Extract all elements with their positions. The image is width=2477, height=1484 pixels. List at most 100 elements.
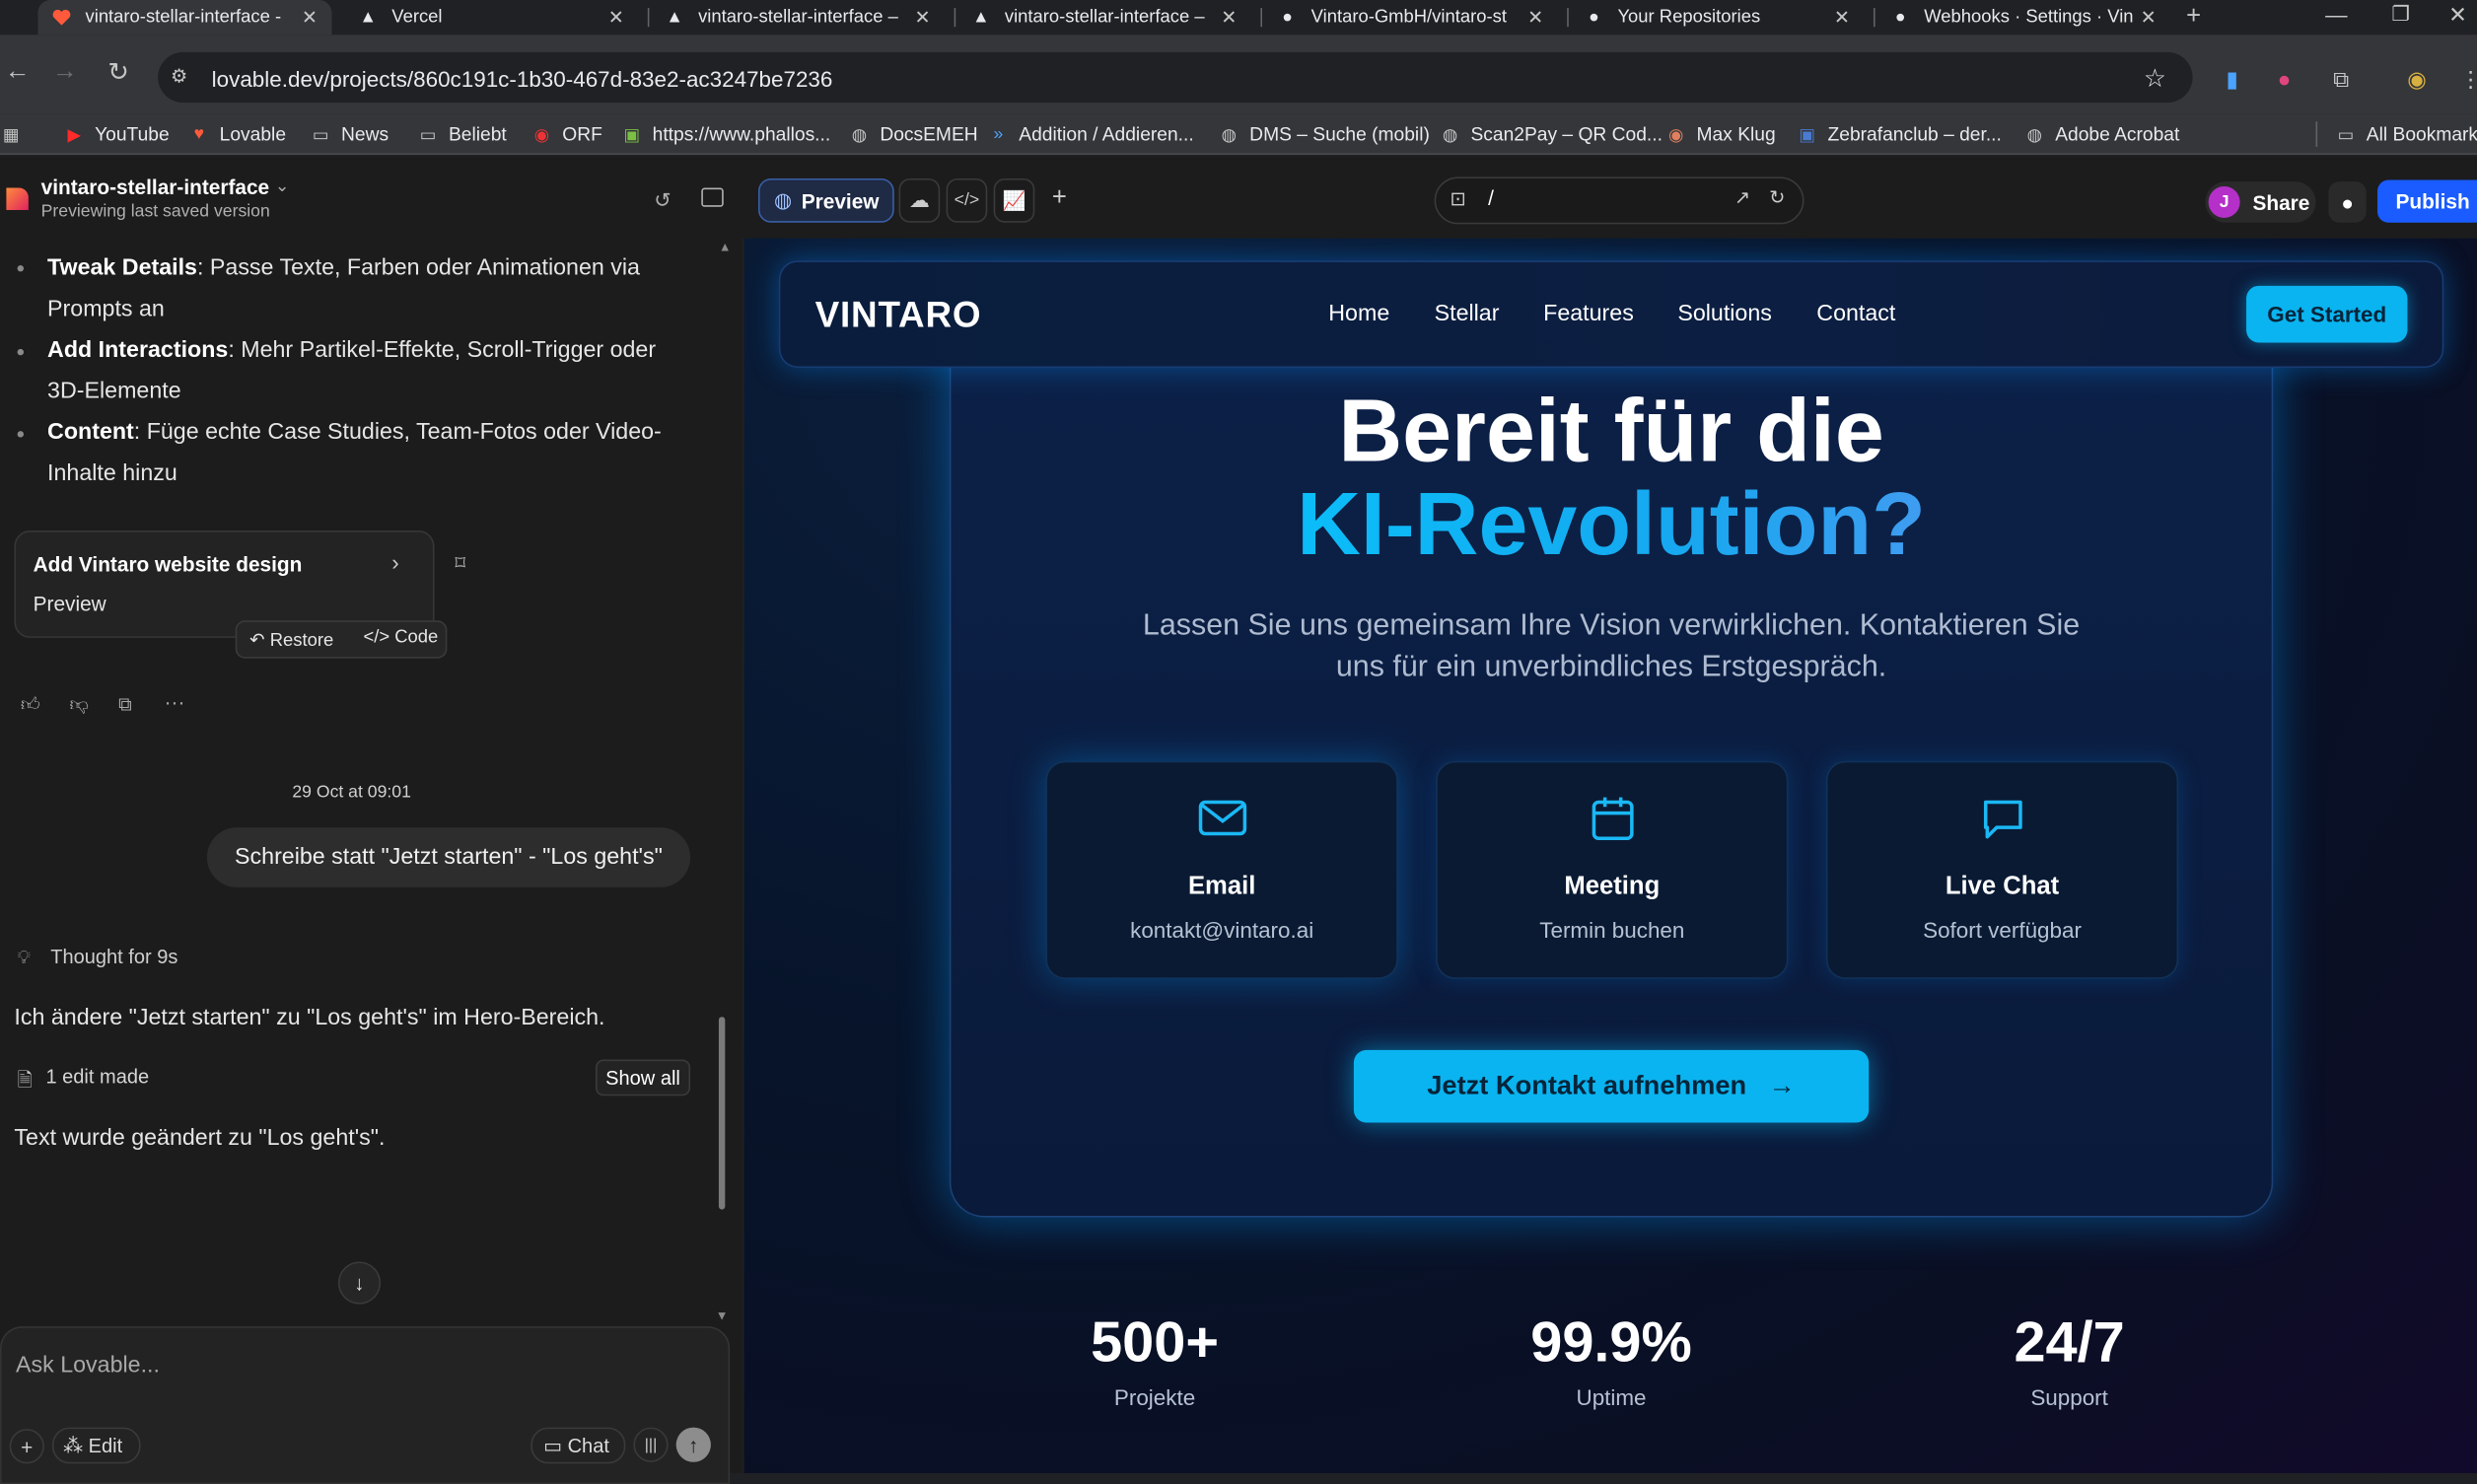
bookmark[interactable]: ▭ Beliebt [417, 121, 507, 147]
project-name[interactable]: vintaro-stellar-interface [41, 176, 269, 199]
close-tab-icon[interactable]: ✕ [603, 6, 629, 28]
restore-window-icon[interactable]: ❐ [2391, 2, 2410, 28]
minimize-icon[interactable]: — [2325, 2, 2347, 28]
new-tab-icon[interactable]: + [2186, 3, 2201, 32]
analytics-icon[interactable]: 📈 [993, 177, 1035, 223]
bookmark[interactable]: ◉ Max Klug [1665, 121, 1776, 147]
browser-tab[interactable]: ● Vintaro-GmbH/vintaro-st ✕ [1264, 0, 1558, 35]
bookmark[interactable]: ♥ Lovable [188, 121, 286, 147]
reload-icon[interactable]: ↻ [102, 55, 136, 90]
bookmark[interactable]: » Addition / Addieren... [987, 121, 1194, 147]
apps-icon[interactable]: ▦ [0, 121, 32, 147]
prompt-input[interactable]: Ask Lovable... [16, 1353, 160, 1378]
chevron-right-icon[interactable]: › [391, 549, 398, 575]
scroll-up-icon[interactable]: ▲ [719, 240, 732, 253]
close-tab-icon[interactable]: ✕ [297, 6, 322, 28]
share-button[interactable]: J Share [2205, 181, 2316, 223]
github-icon: ● [1282, 8, 1293, 28]
nav-stellar[interactable]: Stellar [1435, 302, 1500, 327]
bookmark[interactable]: ◍ DocsEMEH [848, 121, 978, 147]
github-icon[interactable]: ● [2328, 181, 2367, 223]
all-bookmarks[interactable]: ▭ All Bookmarks [2335, 121, 2477, 147]
bookmark[interactable]: ▶ YouTube [63, 121, 170, 147]
close-window-icon[interactable]: ✕ [2448, 2, 2467, 29]
contact-button[interactable]: Jetzt Kontakt aufnehmen → [1353, 1049, 1870, 1123]
calendar-icon [1591, 794, 1635, 841]
bookmark[interactable]: ▭ News [310, 121, 389, 147]
tab-title: Vercel [391, 8, 443, 28]
url-text[interactable]: lovable.dev/projects/860c191c-1b30-467d-… [212, 66, 833, 92]
add-icon[interactable]: + [1052, 184, 1067, 213]
extension-icon[interactable]: ▮ [2217, 63, 2248, 95]
back-icon[interactable]: ← [0, 55, 35, 90]
thought-toggle[interactable]: Thought for 9s [50, 946, 177, 967]
lovable-logo-icon[interactable] [3, 184, 32, 213]
more-icon[interactable]: ··· [165, 690, 185, 714]
nav-features[interactable]: Features [1543, 302, 1634, 327]
device-icon[interactable]: ⊡ [1451, 188, 1466, 210]
nav-contact[interactable]: Contact [1816, 302, 1895, 327]
scroll-to-bottom-icon[interactable]: ↓ [337, 1261, 382, 1305]
restore-button[interactable]: ↶ Restore [249, 628, 333, 651]
bookmark[interactable]: ◉ ORF [531, 121, 602, 147]
contact-card-meeting[interactable]: Meeting Termin buchen [1436, 760, 1789, 979]
voice-icon[interactable]: ||| [633, 1427, 669, 1462]
history-icon[interactable]: ↺ [654, 188, 671, 214]
menu-icon[interactable]: ⋮ [2455, 63, 2477, 95]
browser-tab[interactable]: ▲ vintaro-stellar-interface – ✕ [957, 0, 1251, 35]
bookmark[interactable]: ▣ https://www.phallos... [621, 121, 830, 147]
publish-button[interactable]: Publish [2377, 179, 2477, 223]
star-icon[interactable]: ☆ [2144, 63, 2166, 95]
folder-icon: ▭ [2337, 125, 2355, 145]
browser-tab[interactable]: ▲ Vercel ✕ [344, 0, 638, 35]
browser-tab[interactable]: vintaro-stellar-interface - ✕ [37, 0, 332, 35]
copy-icon[interactable]: ⧉ [118, 693, 132, 717]
refresh-icon[interactable]: ↻ [1769, 186, 1785, 208]
thumbs-down-icon[interactable]: 👎︎ [69, 693, 89, 717]
profile-icon[interactable]: ◉ [2401, 63, 2433, 95]
contact-card-email[interactable]: Email kontakt@vintaro.ai [1045, 760, 1398, 979]
add-icon[interactable]: + [9, 1429, 44, 1464]
site-info-icon[interactable]: ⚙ [171, 65, 187, 87]
chevron-down-icon[interactable]: ⌄ [275, 176, 290, 195]
puzzle-icon[interactable]: ⧉ [2325, 63, 2357, 95]
nav-solutions[interactable]: Solutions [1677, 302, 1772, 327]
open-external-icon[interactable]: ↗ [1734, 186, 1750, 208]
nav-home[interactable]: Home [1328, 302, 1389, 327]
send-icon[interactable]: ↑ [675, 1427, 711, 1462]
edit-mode-button[interactable]: ⁂ Edit [51, 1427, 141, 1464]
thumbs-up-icon[interactable]: 👍︎ [21, 693, 40, 717]
bookmark[interactable]: ▣ Zebrafanclub – der... [1796, 121, 2002, 147]
show-all-button[interactable]: Show all [595, 1059, 691, 1096]
browser-tab[interactable]: ▲ vintaro-stellar-interface – ✕ [651, 0, 945, 35]
globe-icon: ◍ [1221, 125, 1238, 145]
bookmark[interactable]: ◍ Adobe Acrobat [2023, 121, 2180, 147]
site-logo[interactable]: VINTARO [815, 294, 982, 336]
browser-tab[interactable]: ● Your Repositories ✕ [1570, 0, 1864, 35]
chat-mode-button[interactable]: ▭ Chat [531, 1427, 626, 1464]
scroll-down-icon[interactable]: ▼ [716, 1308, 729, 1322]
browser-tab[interactable]: ● Webhooks · Settings · Vin ✕ [1876, 0, 2170, 35]
close-tab-icon[interactable]: ✕ [1829, 6, 1855, 28]
forward-icon[interactable]: → [47, 55, 82, 90]
close-tab-icon[interactable]: ✕ [1522, 6, 1548, 28]
cloud-icon[interactable]: ☁ [898, 177, 941, 223]
version-sub: Preview [33, 592, 106, 616]
globe-icon: ◍ [773, 187, 793, 212]
get-started-button[interactable]: Get Started [2246, 285, 2408, 343]
extension-icon[interactable]: ● [2268, 63, 2300, 95]
bookmark[interactable]: ◍ Scan2Pay – QR Cod... [1439, 121, 1663, 147]
site-preview: VINTARO Home Stellar Features Solutions … [743, 238, 2477, 1474]
bookmark[interactable]: ◍ DMS – Suche (mobil) [1218, 121, 1430, 147]
scrollbar-thumb[interactable] [718, 1017, 726, 1210]
close-tab-icon[interactable]: ✕ [910, 6, 936, 28]
close-tab-icon[interactable]: ✕ [1217, 6, 1242, 28]
route-path[interactable]: / [1488, 186, 1494, 210]
close-tab-icon[interactable]: ✕ [2136, 6, 2161, 28]
preview-toggle-button[interactable]: ◍ Preview [757, 177, 894, 223]
code-button[interactable]: </> Code [363, 628, 438, 647]
sidebar-toggle-icon[interactable] [701, 187, 724, 207]
bookmark-icon[interactable]: ⌑ [455, 551, 465, 577]
contact-card-live-chat[interactable]: Live Chat Sofort verfügbar [1825, 760, 2179, 979]
code-icon[interactable]: </> [946, 177, 988, 223]
